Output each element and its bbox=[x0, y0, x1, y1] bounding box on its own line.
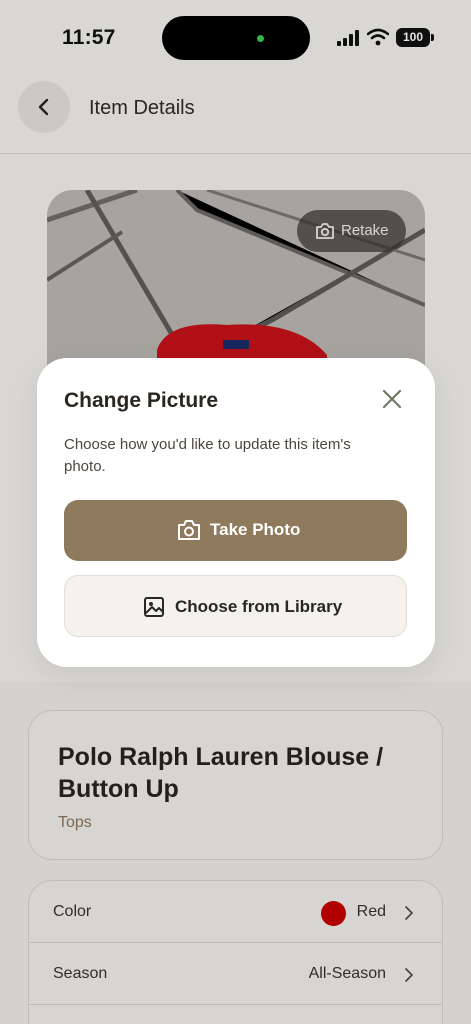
modal-description: Choose how you'd like to update this ite… bbox=[64, 436, 351, 475]
camera-icon bbox=[178, 520, 200, 540]
modal-title: Change Picture bbox=[64, 389, 219, 412]
library-label: Choose from Library bbox=[175, 597, 343, 616]
take-photo-button[interactable]: Take Photo bbox=[64, 500, 407, 561]
image-icon bbox=[144, 597, 164, 617]
item-details-screen: 11:57 100 Item Details Retake Polo Ralph… bbox=[0, 0, 471, 1024]
take-photo-label: Take Photo bbox=[210, 520, 301, 539]
choose-from-library-button[interactable]: Choose from Library bbox=[64, 575, 407, 637]
close-button[interactable] bbox=[379, 386, 405, 412]
modal-scrim-lower bbox=[0, 682, 471, 1024]
change-picture-modal: Change Picture Choose how you'd like to … bbox=[37, 358, 435, 667]
close-icon bbox=[382, 389, 402, 409]
